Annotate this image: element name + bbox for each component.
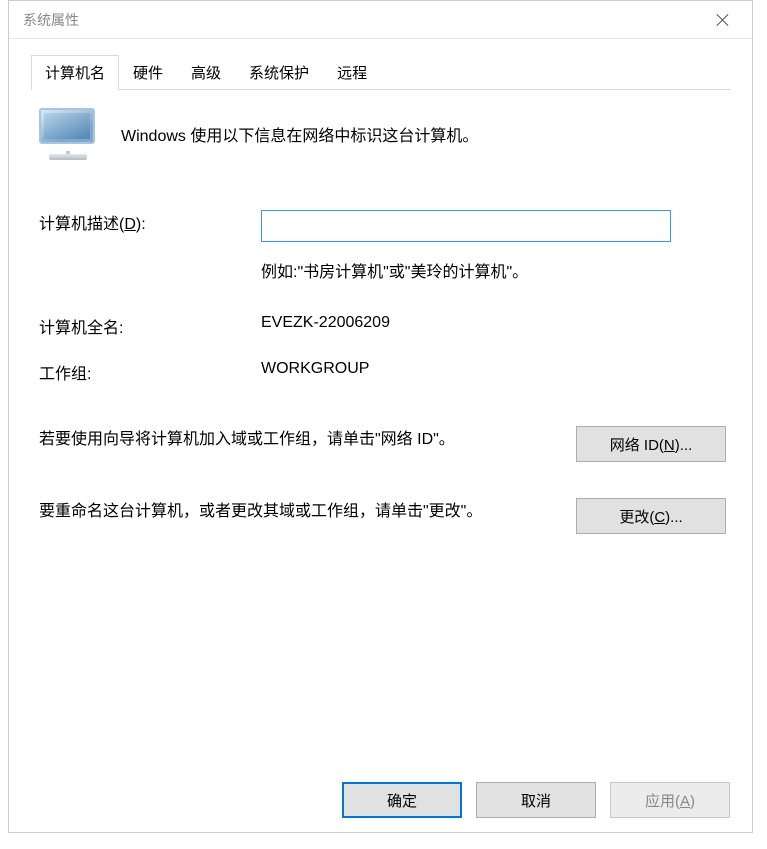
network-id-button[interactable]: 网络 ID(N)... [576,426,726,462]
tab-computer-name[interactable]: 计算机名 [31,55,119,90]
computer-icon [39,108,97,160]
row-network-id: 若要使用向导将计算机加入域或工作组，请单击"网络 ID"。 网络 ID(N)..… [39,426,726,462]
ok-button[interactable]: 确定 [342,782,462,818]
close-button[interactable] [702,5,744,35]
tab-hardware[interactable]: 硬件 [119,55,177,89]
tab-remote[interactable]: 远程 [323,55,381,89]
intro-text: Windows 使用以下信息在网络中标识这台计算机。 [121,122,478,146]
row-fullname: 计算机全名: EVEZK-22006209 [39,310,726,338]
row-workgroup: 工作组: WORKGROUP [39,356,726,384]
row-change: 要重命名这台计算机，或者更改其域或工作组，请单击"更改"。 更改(C)... [39,498,726,534]
titlebar: 系统属性 [9,1,752,39]
dialog-footer: 确定 取消 应用(A) [31,770,730,818]
change-button[interactable]: 更改(C)... [576,498,726,534]
form-area: 计算机描述(D): 例如:"书房计算机"或"美玲的计算机"。 计算机全名: EV… [35,206,726,534]
fullname-label: 计算机全名: [39,310,261,338]
cancel-button[interactable]: 取消 [476,782,596,818]
tab-system-protection[interactable]: 系统保护 [235,55,323,89]
dialog-body: 计算机名 硬件 高级 系统保护 远程 Windows 使用以下信息在网络中标识这… [9,39,752,832]
tab-bar: 计算机名 硬件 高级 系统保护 远程 [31,55,730,90]
workgroup-value: WORKGROUP [261,356,726,378]
description-label: 计算机描述(D): [39,216,146,233]
system-properties-dialog: 系统属性 计算机名 硬件 高级 系统保护 远程 Windows 使用以下信息在网… [8,0,753,833]
change-text: 要重命名这台计算机，或者更改其域或工作组，请单击"更改"。 [39,498,538,525]
description-hint: 例如:"书房计算机"或"美玲的计算机"。 [261,258,726,282]
description-input[interactable] [261,210,671,242]
close-icon [716,13,730,27]
tab-advanced[interactable]: 高级 [177,55,235,89]
apply-button[interactable]: 应用(A) [610,782,730,818]
intro-row: Windows 使用以下信息在网络中标识这台计算机。 [35,108,726,160]
window-title: 系统属性 [23,10,702,30]
fullname-value: EVEZK-22006209 [261,310,726,332]
row-description: 计算机描述(D): 例如:"书房计算机"或"美玲的计算机"。 [39,206,726,282]
network-id-text: 若要使用向导将计算机加入域或工作组，请单击"网络 ID"。 [39,426,538,453]
tab-content: Windows 使用以下信息在网络中标识这台计算机。 计算机描述(D): 例如:… [31,90,730,770]
workgroup-label: 工作组: [39,356,261,384]
